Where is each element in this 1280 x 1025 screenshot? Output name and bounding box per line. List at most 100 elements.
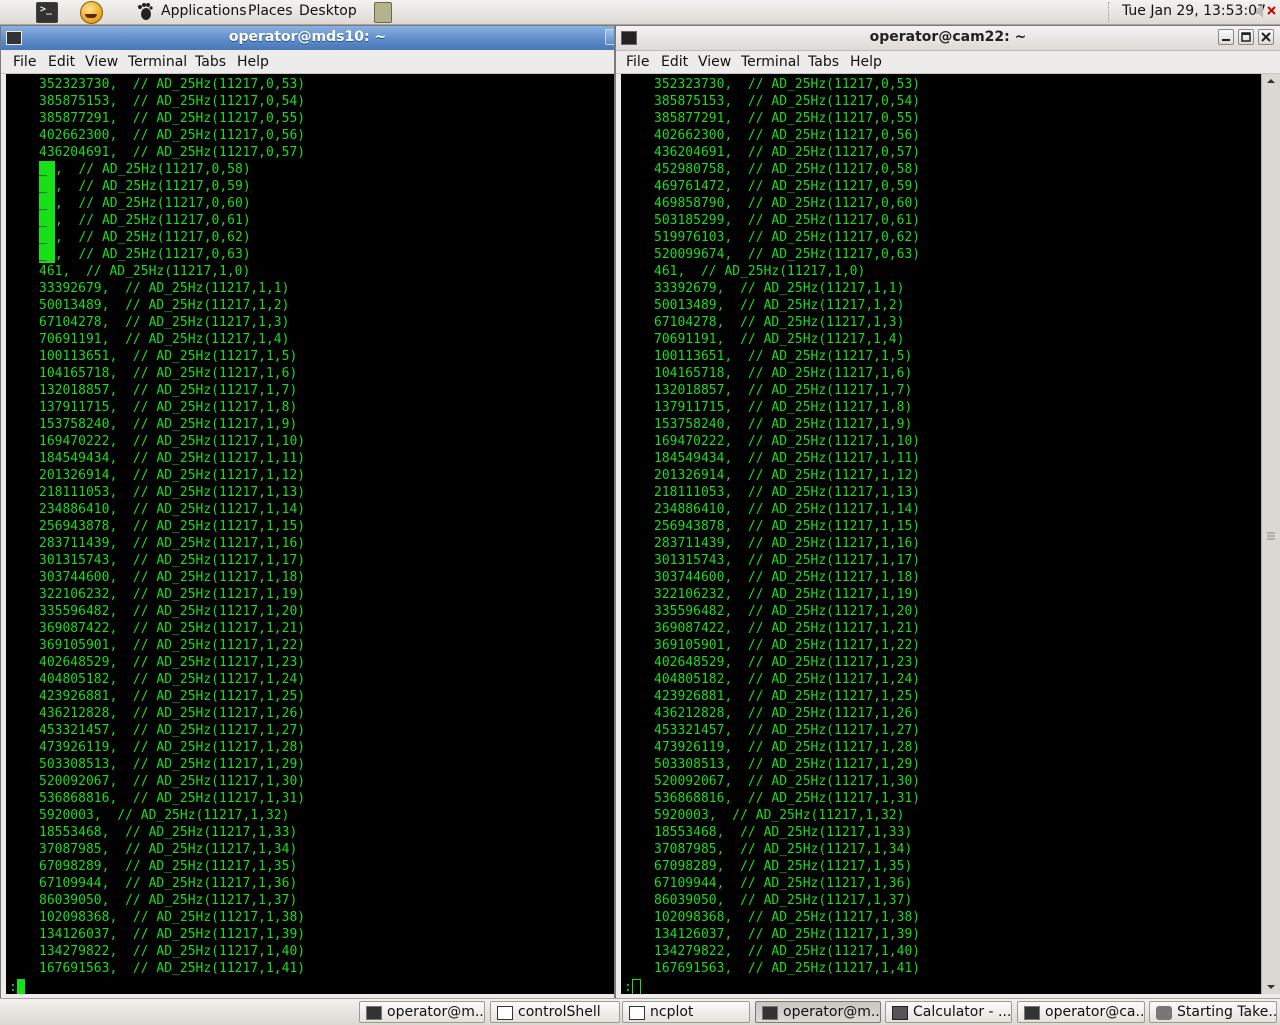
- terminal-line: 67109944, // AD_25Hz(11217,1,36): [654, 876, 913, 891]
- vertical-scrollbar[interactable]: [1261, 74, 1280, 994]
- menu-help[interactable]: Help: [237, 54, 269, 70]
- task-label: ncplot: [650, 1004, 694, 1020]
- terminal-icon[interactable]: [36, 2, 58, 23]
- terminal-line: 100113651, // AD_25Hz(11217,1,5): [39, 349, 298, 364]
- terminal-line: 519976103, // AD_25Hz(11217,0,62): [654, 230, 921, 245]
- terminal-icon: [366, 1006, 382, 1020]
- terminal-output: 352323730, // AD_25Hz(11217,0,53) 3858751…: [654, 76, 920, 977]
- terminal-line: 436212828, // AD_25Hz(11217,1,26): [654, 706, 921, 721]
- terminal-line: 102098368, // AD_25Hz(11217,1,38): [39, 910, 306, 925]
- terminal-line: 86039050, // AD_25Hz(11217,1,37): [39, 893, 298, 908]
- terminal-line: 137911715, // AD_25Hz(11217,1,8): [39, 400, 298, 415]
- terminal-line: 385875153, // AD_25Hz(11217,0,54): [39, 94, 306, 109]
- terminal-line: 134126037, // AD_25Hz(11217,1,39): [654, 927, 921, 942]
- scroll-grip-icon[interactable]: [1267, 532, 1275, 540]
- terminal-line: 218111053, // AD_25Hz(11217,1,13): [654, 485, 921, 500]
- menu-file[interactable]: File: [626, 54, 649, 70]
- terminal-line: 436212828, // AD_25Hz(11217,1,26): [39, 706, 306, 721]
- terminal-line: 5920003, // AD_25Hz(11217,1,32): [39, 808, 290, 823]
- close-button[interactable]: [1258, 29, 1274, 45]
- titlebar[interactable]: operator@cam22: ~: [616, 26, 1280, 51]
- menu-tabs[interactable]: Tabs: [195, 54, 226, 70]
- terminal-line: 402662300, // AD_25Hz(11217,0,56): [654, 128, 921, 143]
- window-title: operator@mds10: ~: [228, 29, 387, 45]
- terminal-line: 352323730, // AD_25Hz(11217,0,53): [654, 77, 921, 92]
- terminal-line: 520092067, // AD_25Hz(11217,1,30): [39, 774, 306, 789]
- missing-value-block: _: [39, 178, 55, 195]
- terminal-line: 352323730, // AD_25Hz(11217,0,53): [39, 77, 306, 92]
- terminal-line: 37087985, // AD_25Hz(11217,1,34): [39, 842, 298, 857]
- task-button[interactable]: ncplot: [622, 1001, 750, 1023]
- window-title: operator@cam22: ~: [869, 29, 1027, 45]
- terminal-line: 283711439, // AD_25Hz(11217,1,16): [39, 536, 306, 551]
- prompt-text: :: [624, 980, 632, 994]
- task-button[interactable]: operator@ca...: [1017, 1001, 1145, 1023]
- terminal-line: 385877291, // AD_25Hz(11217,0,55): [39, 111, 306, 126]
- menu-edit[interactable]: Edit: [48, 54, 75, 70]
- terminal-line: 137911715, // AD_25Hz(11217,1,8): [654, 400, 913, 415]
- menu-places[interactable]: Places: [248, 3, 293, 19]
- terminal-line: 104165718, // AD_25Hz(11217,1,6): [654, 366, 913, 381]
- terminal-line: 402662300, // AD_25Hz(11217,0,56): [39, 128, 306, 143]
- terminal-line: 234886410, // AD_25Hz(11217,1,14): [654, 502, 921, 517]
- missing-value-block: _: [39, 212, 55, 229]
- terminal-window-cam22[interactable]: operator@cam22: ~ File Edit View Termina…: [615, 25, 1280, 999]
- terminal-line: 33392679, // AD_25Hz(11217,1,1): [654, 281, 905, 296]
- menu-applications[interactable]: Applications: [161, 3, 247, 19]
- menu-edit[interactable]: Edit: [661, 54, 688, 70]
- menu-terminal[interactable]: Terminal: [741, 54, 800, 70]
- maximize-button[interactable]: [1238, 29, 1254, 45]
- terminal-line: 132018857, // AD_25Hz(11217,1,7): [39, 383, 298, 398]
- scroll-up-arrow-icon[interactable]: [1263, 74, 1279, 88]
- menu-file[interactable]: File: [13, 54, 36, 70]
- task-button[interactable]: Starting Take...: [1149, 1001, 1277, 1023]
- terminal-window-mds10[interactable]: operator@mds10: ~ File Edit View Termina…: [0, 25, 615, 999]
- terminal-line: 436204691, // AD_25Hz(11217,0,57): [654, 145, 921, 160]
- task-button[interactable]: operator@m...: [359, 1001, 485, 1023]
- task-button-active[interactable]: operator@m...: [755, 1001, 881, 1023]
- terminal-line: 283711439, // AD_25Hz(11217,1,16): [654, 536, 921, 551]
- terminal-line: 469761472, // AD_25Hz(11217,0,59): [654, 179, 921, 194]
- terminal-line: 167691563, // AD_25Hz(11217,1,41): [654, 961, 921, 976]
- terminal-area[interactable]: 352323730, // AD_25Hz(11217,0,53) 3858751…: [6, 74, 614, 994]
- minimize-button[interactable]: [1218, 29, 1234, 45]
- task-label: Calculator - ...: [913, 1004, 1012, 1020]
- task-button[interactable]: Calculator - ...: [885, 1001, 1012, 1023]
- terminal-line: 473926119, // AD_25Hz(11217,1,28): [654, 740, 921, 755]
- volume-icon[interactable]: [1256, 4, 1266, 18]
- smiley-icon[interactable]: [80, 1, 103, 24]
- task-label: controlShell: [518, 1004, 601, 1020]
- terminal-line: 369105901, // AD_25Hz(11217,1,22): [654, 638, 921, 653]
- missing-value-block: _: [39, 229, 55, 246]
- terminal-line: _, // AD_25Hz(11217,0,59): [39, 178, 251, 195]
- terminal-line: 423926881, // AD_25Hz(11217,1,25): [654, 689, 921, 704]
- menu-desktop[interactable]: Desktop: [299, 3, 357, 19]
- terminal-line: 453321457, // AD_25Hz(11217,1,27): [39, 723, 306, 738]
- terminal-line: 234886410, // AD_25Hz(11217,1,14): [39, 502, 306, 517]
- terminal-area[interactable]: 352323730, // AD_25Hz(11217,0,53) 3858751…: [621, 74, 1261, 994]
- menu-terminal[interactable]: Terminal: [128, 54, 187, 70]
- terminal-line: 70691191, // AD_25Hz(11217,1,4): [654, 332, 905, 347]
- terminal-line: 369087422, // AD_25Hz(11217,1,21): [39, 621, 306, 636]
- titlebar[interactable]: operator@mds10: ~: [1, 26, 614, 50]
- menu-help[interactable]: Help: [850, 54, 882, 70]
- terminal-line: 201326914, // AD_25Hz(11217,1,12): [654, 468, 921, 483]
- text-cursor: [631, 979, 641, 994]
- terminal-line: 473926119, // AD_25Hz(11217,1,28): [39, 740, 306, 755]
- gnome-foot-icon[interactable]: [136, 2, 154, 21]
- terminal-line: _, // AD_25Hz(11217,0,63): [39, 246, 251, 263]
- terminal-line: 256943878, // AD_25Hz(11217,1,15): [654, 519, 921, 534]
- menu-tabs[interactable]: Tabs: [808, 54, 839, 70]
- task-button[interactable]: controlShell: [490, 1001, 620, 1023]
- terminal-line: 67109944, // AD_25Hz(11217,1,36): [39, 876, 298, 891]
- clock[interactable]: Tue Jan 29, 13:53:07: [1122, 3, 1266, 19]
- terminal-line: 104165718, // AD_25Hz(11217,1,6): [39, 366, 298, 381]
- terminal-line: 335596482, // AD_25Hz(11217,1,20): [654, 604, 921, 619]
- terminal-line: 50013489, // AD_25Hz(11217,1,2): [39, 298, 290, 313]
- menu-view[interactable]: View: [698, 54, 731, 70]
- menu-view[interactable]: View: [85, 54, 118, 70]
- notes-icon[interactable]: [374, 2, 392, 23]
- scroll-down-arrow-icon[interactable]: [1263, 980, 1279, 994]
- minimize-button[interactable]: [605, 29, 614, 45]
- terminal-line: 153758240, // AD_25Hz(11217,1,9): [654, 417, 913, 432]
